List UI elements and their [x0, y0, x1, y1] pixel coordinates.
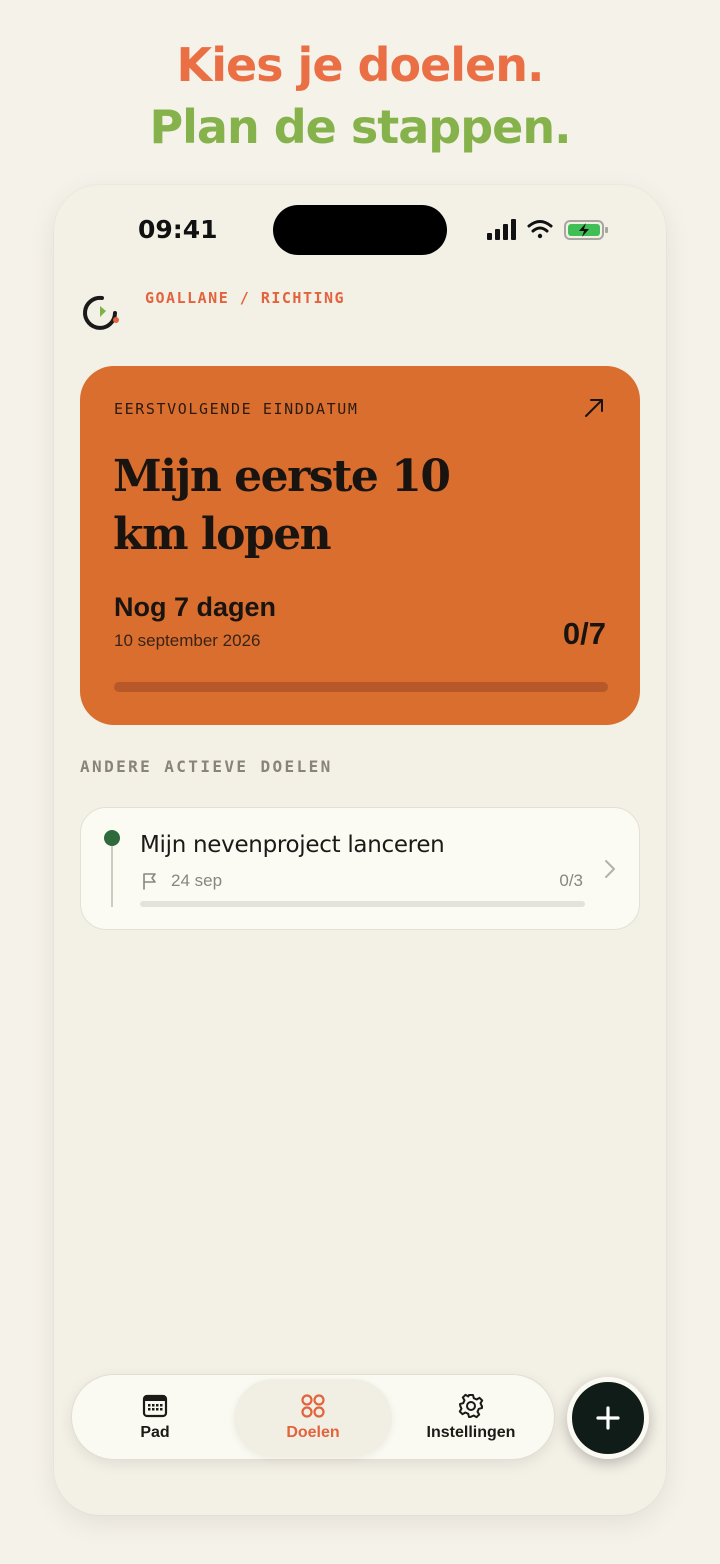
- battery-charging-icon: [564, 220, 608, 240]
- goal-timeline-line: [111, 846, 113, 907]
- tab-label-doelen: Doelen: [286, 1424, 340, 1441]
- hero-date: 10 september 2026: [114, 631, 261, 650]
- calendar-icon: [142, 1394, 168, 1418]
- dynamic-island: [273, 205, 447, 255]
- add-goal-button[interactable]: [567, 1377, 649, 1459]
- headline-line-1: Kies je doelen.: [176, 38, 545, 92]
- goal-status-dot: [104, 830, 120, 846]
- goal-title: Mijn nevenproject lanceren: [140, 832, 445, 858]
- tab-instellingen[interactable]: Instellingen: [396, 1375, 546, 1461]
- plus-icon: [596, 1406, 620, 1430]
- goal-progress-bar: [140, 901, 585, 907]
- headline-line-2: Plan de stappen.: [149, 100, 571, 154]
- signal-icon: [487, 219, 516, 240]
- grid-circles-icon: [301, 1394, 325, 1418]
- hero-progress-text: 0/7: [562, 616, 606, 651]
- hero-title: Mijn eerste 10 km lopen: [113, 451, 451, 560]
- next-deadline-card[interactable]: EERSTVOLGENDE EINDDATUM Mijn eerste 10 k…: [80, 366, 640, 725]
- hero-kicker: EERSTVOLGENDE EINDDATUM: [114, 400, 359, 418]
- goal-date: 24 sep: [171, 871, 223, 890]
- tab-label-pad: Pad: [140, 1424, 170, 1441]
- hero-countdown: Nog 7 dagen: [114, 592, 277, 622]
- chevron-right-icon: [605, 860, 615, 878]
- breadcrumb[interactable]: GOALLANE / RICHTING: [145, 289, 345, 307]
- hero-progress-bar: [114, 682, 608, 692]
- goal-progress-text: 0/3: [559, 871, 583, 890]
- tab-pad[interactable]: Pad: [80, 1375, 230, 1461]
- phone-frame: 09:41 GOALLANE / RICHTING EERSTVOLGENDE …: [54, 185, 666, 1515]
- goal-card[interactable]: Mijn nevenproject lanceren 24 sep 0/3: [80, 807, 640, 930]
- flag-icon: [143, 873, 156, 890]
- gear-icon: [458, 1393, 484, 1419]
- arrow-up-right-icon[interactable]: [582, 396, 606, 420]
- tab-bar: Pad Doelen Instellingen: [71, 1374, 555, 1460]
- section-label-other-goals: ANDERE ACTIEVE DOELEN: [80, 757, 333, 776]
- tab-label-instellingen: Instellingen: [426, 1424, 516, 1441]
- wifi-icon: [527, 220, 553, 239]
- tab-doelen[interactable]: Doelen: [234, 1375, 392, 1461]
- goallane-logo-icon: [83, 295, 119, 330]
- status-time: 09:41: [138, 215, 218, 244]
- status-icons: [487, 219, 608, 240]
